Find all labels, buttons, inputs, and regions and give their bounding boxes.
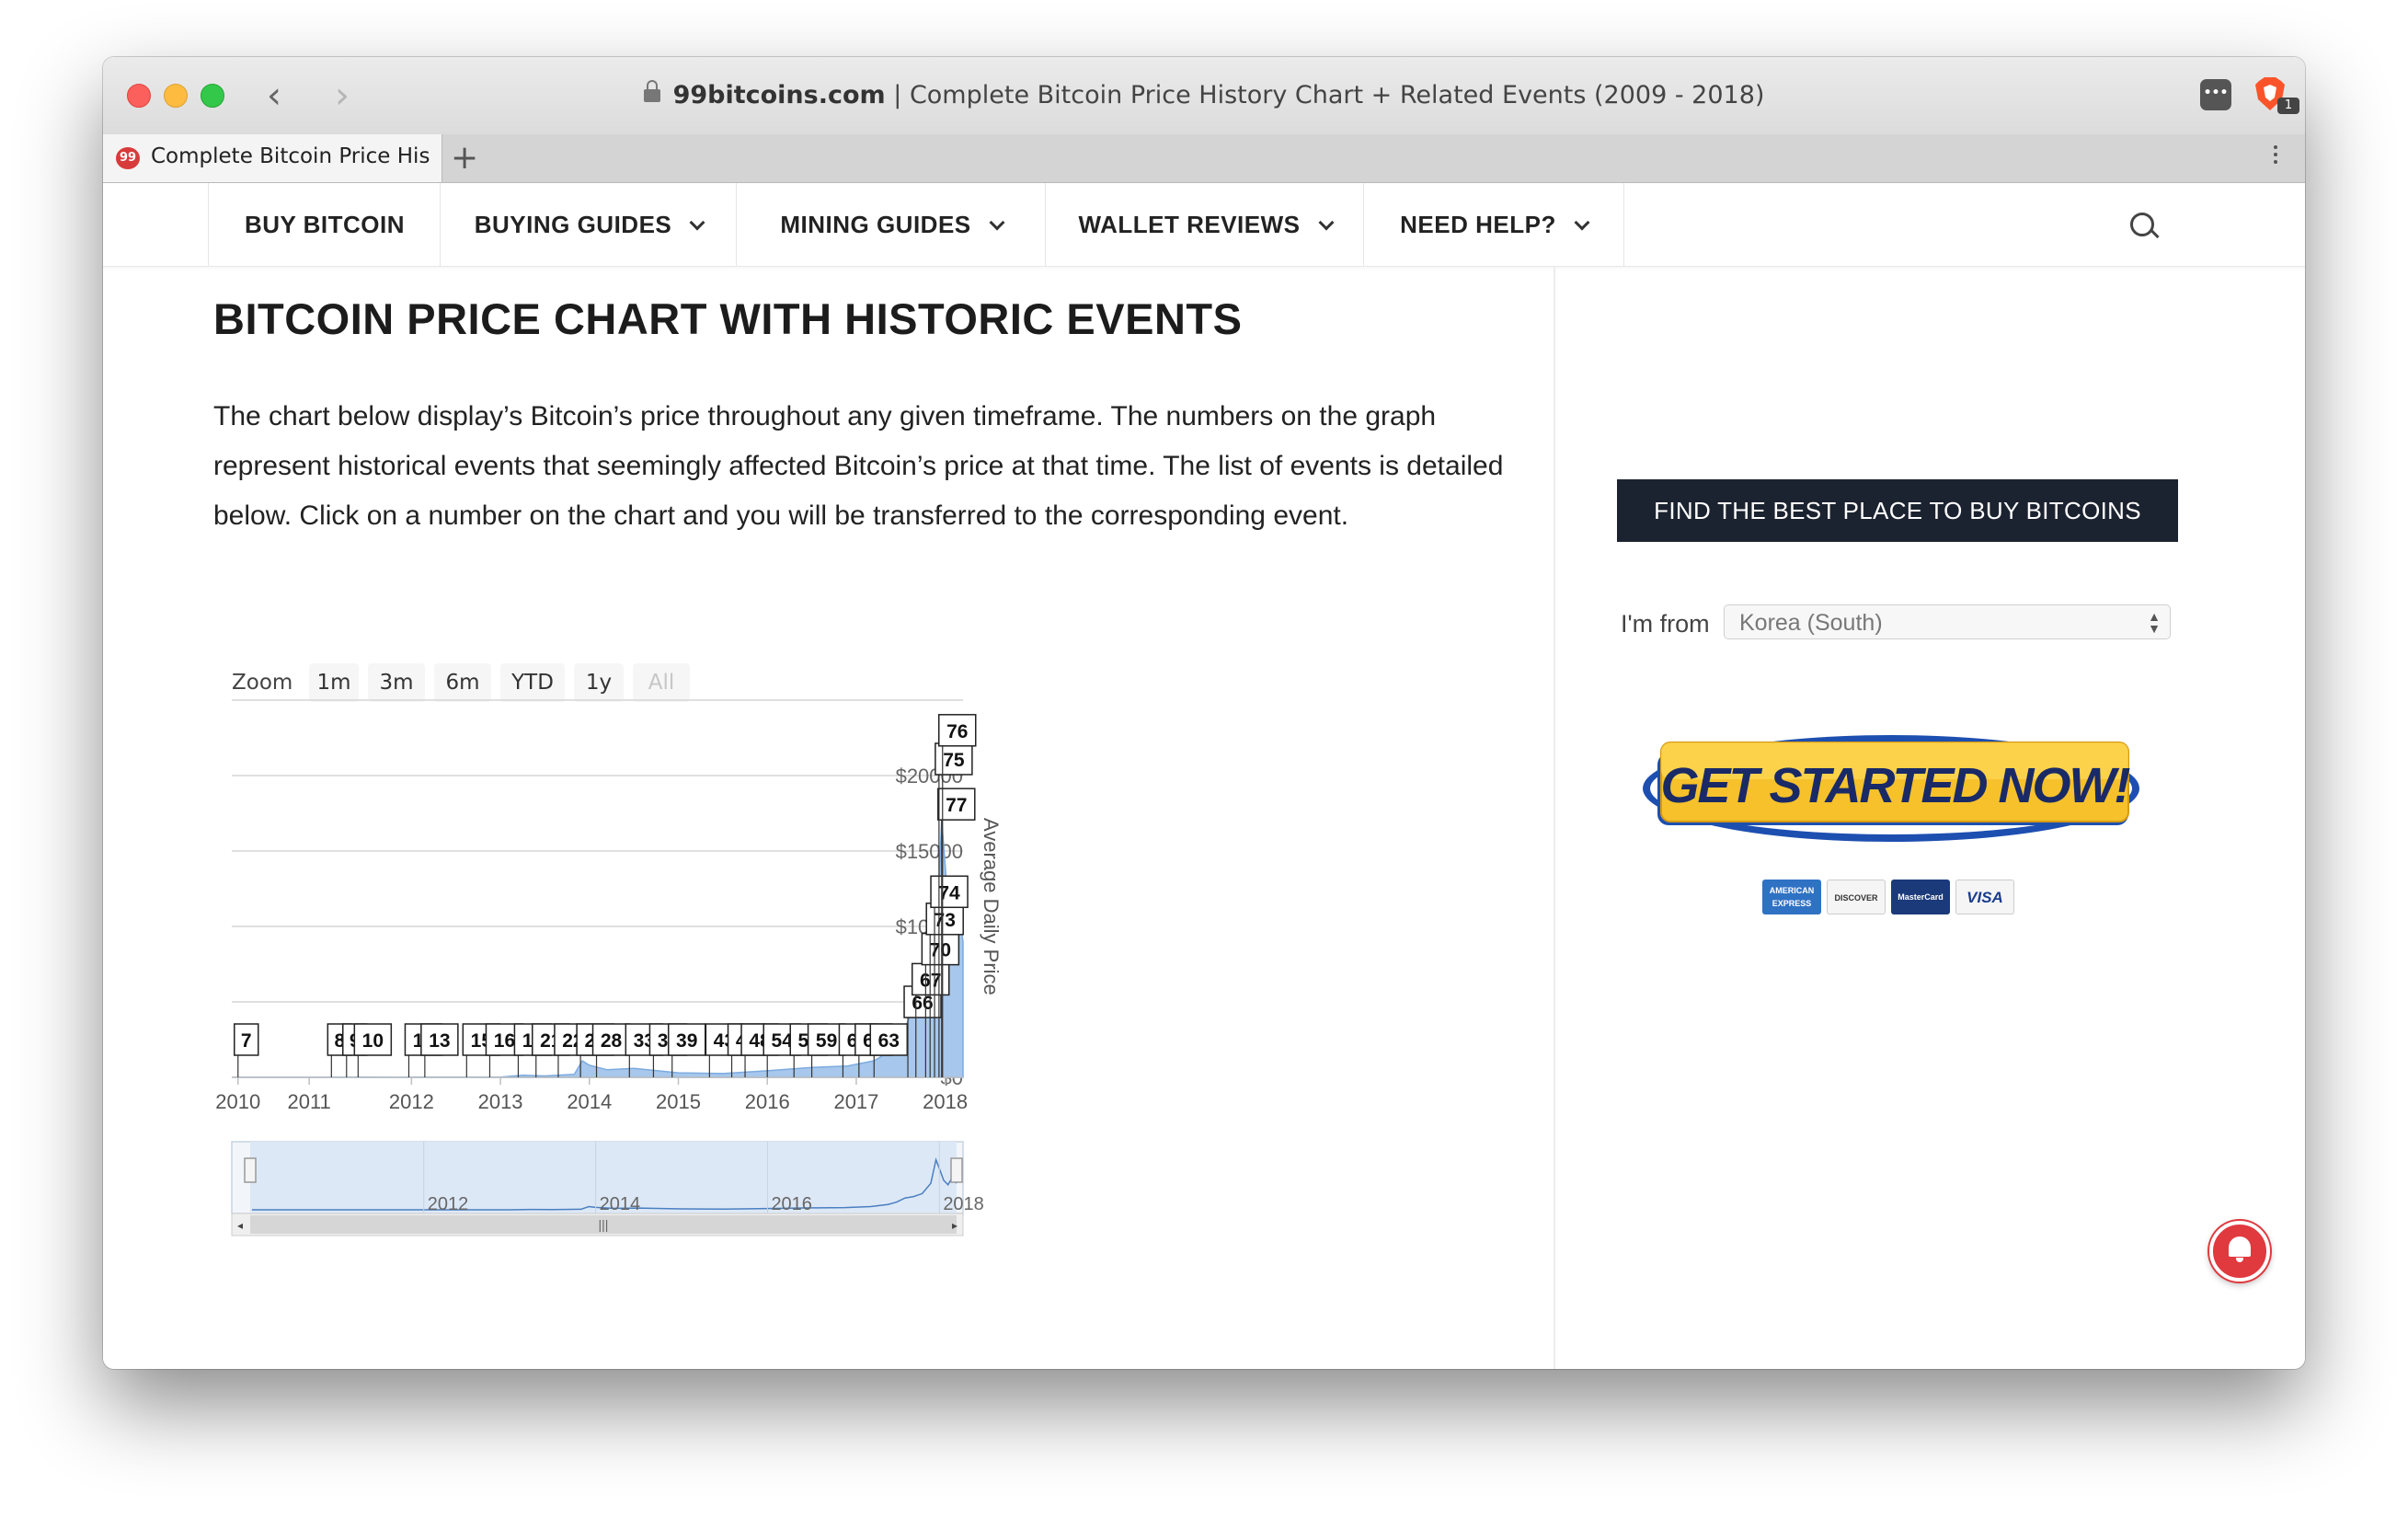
bell-icon: [2229, 1236, 2251, 1262]
zoom-1m-button[interactable]: 1m: [309, 663, 359, 702]
web-page: BUY BITCOIN BUYING GUIDES MINING GUIDES …: [103, 183, 2305, 1369]
mastercard-icon: MasterCard: [1891, 880, 1950, 914]
page-heading: BITCOIN PRICE CHART WITH HISTORIC EVENTS: [213, 294, 1243, 343]
tab-title: Complete Bitcoin Price His: [151, 144, 430, 168]
navigator-tick-label: 2016: [771, 1194, 812, 1214]
event-flag-label: 13: [429, 1030, 450, 1052]
scrollbar-grip-icon: |||: [599, 1217, 609, 1232]
favicon-icon: 99: [116, 147, 140, 169]
y-tick-label: $15000: [896, 840, 963, 863]
event-flag-label: 70: [930, 940, 951, 961]
country-value: Korea (South): [1739, 610, 1883, 636]
event-flag-label: 39: [676, 1030, 697, 1052]
browser-window: ‹ › 99bitcoins.com | Complete Bitcoin Pr…: [103, 57, 2305, 1369]
event-flag-label: 16: [494, 1030, 515, 1052]
nav-item-label: NEED HELP?: [1400, 211, 1556, 238]
scroll-right-arrow-icon: ▸: [952, 1219, 957, 1232]
x-tick-label: 2017: [833, 1090, 878, 1113]
x-tick-label: 2015: [656, 1090, 701, 1113]
x-tick-label: 2013: [478, 1090, 523, 1113]
nav-item-label: WALLET REVIEWS: [1078, 211, 1301, 238]
url-separator: |: [885, 81, 910, 109]
navigator-handle: [244, 1157, 257, 1183]
event-flag-label: 63: [878, 1030, 900, 1052]
chevron-down-icon: [989, 214, 1005, 231]
chevron-down-icon: [689, 214, 705, 231]
nav-buy-bitcoin[interactable]: BUY BITCOIN: [208, 183, 441, 266]
event-flag-label: 76: [946, 721, 968, 742]
zoom-1y-button[interactable]: 1y: [574, 663, 624, 702]
x-tick-label: 2018: [923, 1090, 968, 1113]
title-bar: ‹ › 99bitcoins.com | Complete Bitcoin Pr…: [103, 57, 2305, 135]
x-tick-label: 2016: [745, 1090, 790, 1113]
y-axis-label: Average Daily Price: [980, 818, 1003, 995]
x-tick-label: 2014: [567, 1090, 612, 1113]
get-started-button[interactable]: GET STARTED NOW!: [1641, 726, 2147, 855]
find-best-place-button[interactable]: FIND THE BEST PLACE TO BUY BITCOINS: [1617, 479, 2178, 542]
amex-card-icon: AMERICAN EXPRESS: [1762, 880, 1821, 914]
nav-wallet-reviews[interactable]: WALLET REVIEWS: [1045, 183, 1364, 266]
x-tick-label: 2010: [215, 1090, 260, 1113]
nav-item-label: MINING GUIDES: [780, 211, 971, 238]
country-label: I'm from: [1621, 610, 1710, 638]
zoom-3m-button[interactable]: 3m: [368, 663, 425, 702]
lock-icon: [643, 80, 660, 102]
intro-paragraph: The chart below display’s Bitcoin’s pric…: [213, 401, 1504, 531]
discover-card-icon: DISCOVER: [1827, 880, 1886, 914]
event-flag-label: 59: [816, 1030, 837, 1052]
chevron-down-icon: [1574, 214, 1590, 231]
nav-item-label: BUY BITCOIN: [244, 211, 406, 238]
nav-need-help[interactable]: NEED HELP?: [1363, 183, 1624, 266]
navigator-tick-label: 2012: [428, 1194, 469, 1214]
zoom-6m-button[interactable]: 6m: [434, 663, 491, 702]
new-tab-button[interactable]: +: [451, 134, 478, 182]
extension-button[interactable]: •••: [2200, 79, 2231, 110]
zoom-ytd-button[interactable]: YTD: [500, 663, 565, 702]
shields-count-badge: 1: [2277, 98, 2299, 114]
navigator-tick-label: 2018: [943, 1194, 984, 1214]
search-icon[interactable]: [2130, 213, 2154, 236]
x-tick-label: 2012: [389, 1090, 434, 1113]
select-arrows-icon: ▲ ▼: [2148, 609, 2161, 636]
url-page-title: Complete Bitcoin Price History Chart + R…: [909, 81, 1765, 109]
tab-strip: 99 Complete Bitcoin Price His +: [103, 134, 2305, 183]
scroll-left-arrow-icon: ◂: [237, 1219, 243, 1232]
x-tick-label: 2011: [287, 1090, 330, 1113]
event-flag-label: 7: [241, 1030, 252, 1052]
event-flag-label: 77: [946, 795, 967, 816]
event-flag-label: 10: [362, 1030, 384, 1052]
url-domain: 99bitcoins.com: [672, 81, 886, 109]
nav-mining-guides[interactable]: MINING GUIDES: [736, 183, 1046, 266]
country-select[interactable]: Korea (South) ▲ ▼: [1724, 604, 2171, 639]
event-flag-label: 73: [935, 910, 956, 931]
zoom-all-button[interactable]: All: [633, 663, 690, 702]
tab-menu-icon[interactable]: [2274, 145, 2279, 167]
navigator-tick-label: 2014: [600, 1194, 641, 1214]
notification-bell-button[interactable]: [2209, 1221, 2270, 1282]
tab-active[interactable]: 99 Complete Bitcoin Price His: [103, 134, 442, 182]
site-navbar: BUY BITCOIN BUYING GUIDES MINING GUIDES …: [103, 183, 2305, 267]
chevron-down-icon: [1318, 214, 1334, 231]
visa-card-icon: VISA: [1955, 880, 2014, 914]
nav-item-label: BUYING GUIDES: [474, 211, 672, 238]
nav-buying-guides[interactable]: BUYING GUIDES: [440, 183, 737, 266]
cta-label: GET STARTED NOW!: [1661, 758, 2131, 813]
zoom-label: Zoom: [232, 671, 293, 695]
navigator-handle: [950, 1157, 963, 1183]
address-bar[interactable]: 99bitcoins.com | Complete Bitcoin Price …: [103, 79, 2305, 112]
bitcoin-price-chart: $0$5000$10000$15000$20000Average Daily P…: [215, 699, 1003, 1236]
event-flag-label: 28: [601, 1030, 623, 1052]
event-flag-label: 75: [943, 750, 965, 771]
